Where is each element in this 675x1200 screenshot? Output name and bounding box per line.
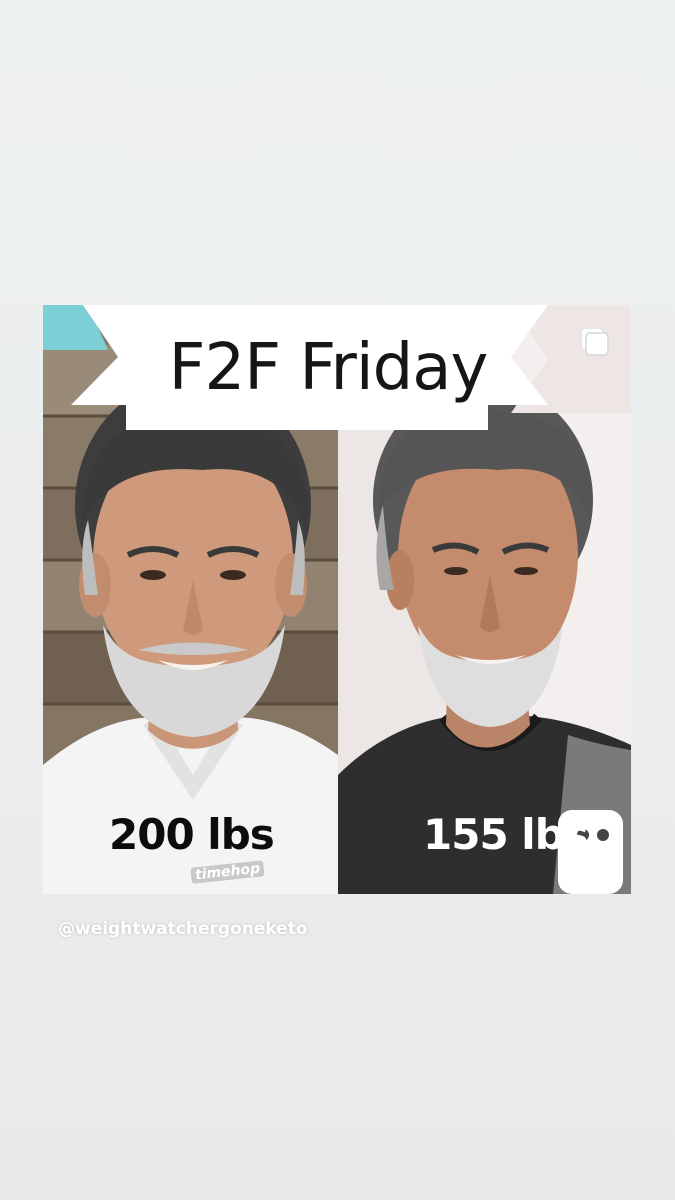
multiple-images-icon[interactable] xyxy=(580,327,610,357)
after-weight-label: 155 lbs xyxy=(423,810,589,859)
instagram-post-card[interactable]: F2F Friday 200 lbs 155 lbs timehop xyxy=(43,305,631,894)
account-mention-tag[interactable]: @weightwatchergoneketo xyxy=(58,919,308,939)
post-title: F2F Friday xyxy=(168,331,489,405)
before-weight-label: 200 lbs xyxy=(109,810,275,859)
